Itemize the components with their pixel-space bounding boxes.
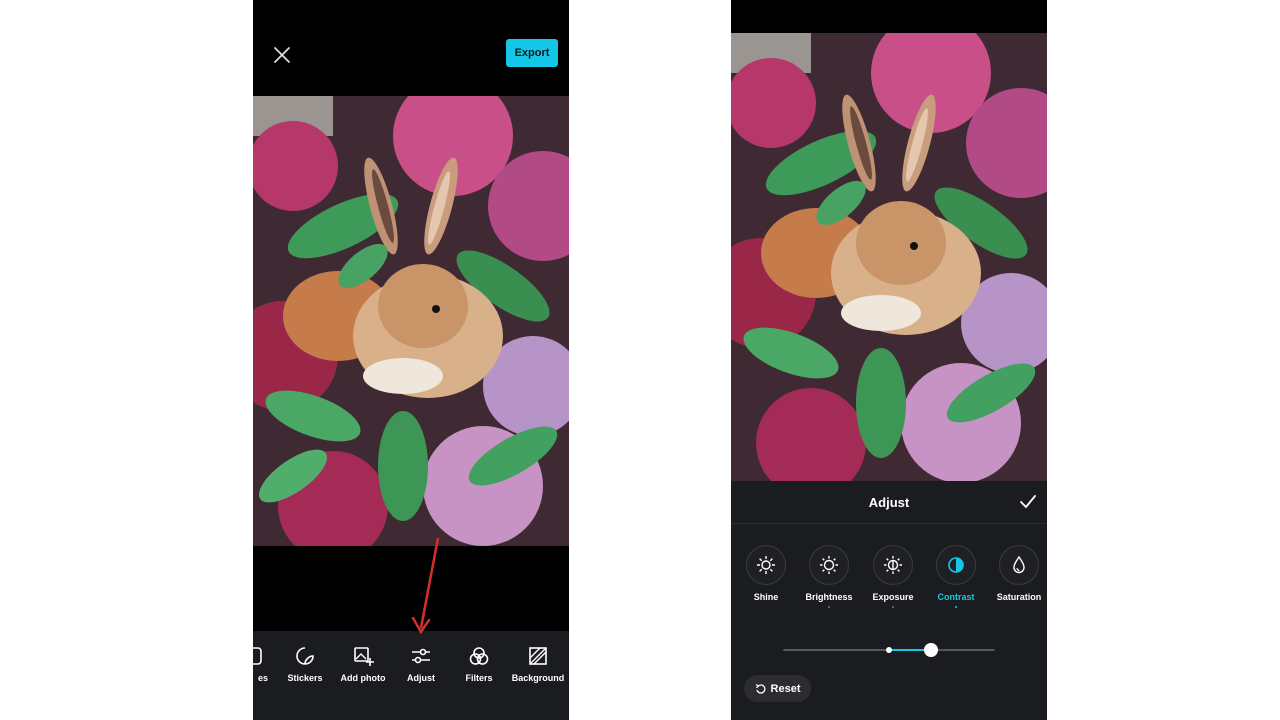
adjust-screen: Adjust Shine Brightness Exposure Contras… bbox=[731, 0, 1047, 720]
slider-center-mark bbox=[886, 647, 892, 653]
tool-adjust[interactable]: Adjust bbox=[391, 645, 451, 683]
tool-add-photo[interactable]: Add photo bbox=[333, 645, 393, 683]
panel-title: Adjust bbox=[868, 495, 910, 510]
tool-filters[interactable]: Filters bbox=[449, 645, 509, 683]
adjust-option-contrast[interactable]: Contrast bbox=[924, 545, 988, 608]
shine-icon bbox=[757, 556, 775, 574]
slider-knob[interactable] bbox=[924, 643, 939, 657]
add-photo-icon bbox=[354, 647, 374, 666]
contrast-icon bbox=[948, 557, 964, 573]
active-dot bbox=[955, 606, 957, 608]
reset-button[interactable]: Reset bbox=[744, 675, 811, 702]
stickers-icon bbox=[296, 647, 314, 665]
divider bbox=[731, 523, 1047, 524]
confirm-check-icon[interactable] bbox=[1019, 493, 1037, 511]
contrast-slider[interactable] bbox=[783, 643, 995, 657]
tool-background[interactable]: Background bbox=[508, 645, 568, 683]
adjust-option-saturation[interactable]: Saturation bbox=[987, 545, 1047, 602]
saturation-icon bbox=[1013, 555, 1025, 574]
adjust-panel: Adjust Shine Brightness Exposure Contras… bbox=[731, 481, 1047, 720]
adjust-option-exposure[interactable]: Exposure bbox=[861, 545, 925, 608]
editor-toolbar: es Stickers Add photo Adjust Filters Bac… bbox=[253, 631, 569, 720]
modified-dot bbox=[892, 606, 894, 608]
export-button[interactable]: Export bbox=[506, 39, 558, 67]
adjust-option-shine[interactable]: Shine bbox=[734, 545, 798, 602]
background-icon bbox=[529, 647, 547, 665]
brightness-icon bbox=[820, 556, 838, 574]
modified-dot bbox=[828, 606, 830, 608]
adjust-icon bbox=[412, 648, 430, 664]
exposure-icon bbox=[884, 556, 902, 574]
editor-screen: Export es Stickers Add photo Adjust Filt… bbox=[253, 0, 569, 720]
adjust-option-brightness[interactable]: Brightness bbox=[797, 545, 861, 608]
templates-icon bbox=[253, 647, 262, 665]
tool-stickers[interactable]: Stickers bbox=[275, 645, 335, 683]
reset-icon bbox=[755, 683, 766, 694]
close-icon[interactable] bbox=[271, 44, 293, 66]
rabbit-photo bbox=[253, 96, 569, 546]
rabbit-photo-preview bbox=[731, 33, 1047, 481]
filters-icon bbox=[469, 647, 489, 665]
